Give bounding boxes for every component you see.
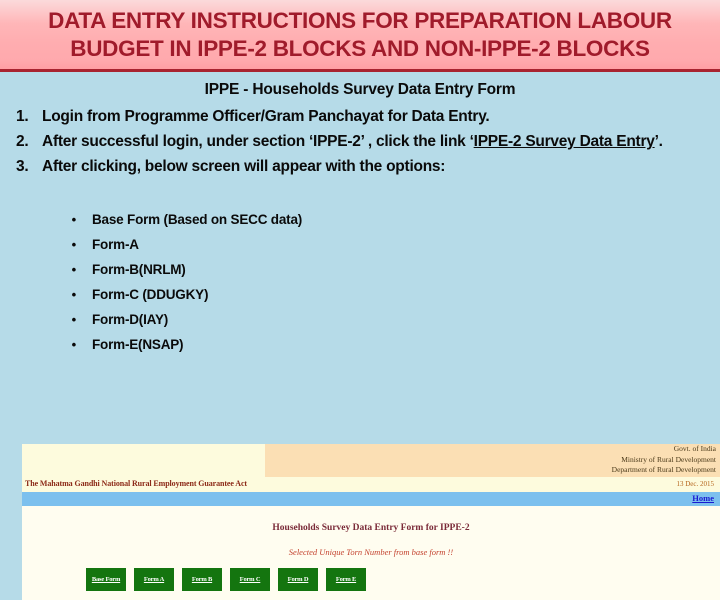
list-item: • Form-C (DDUGKY) [0,282,720,307]
list-item-label: Form-D(IAY) [92,312,169,327]
bullet-marker-icon: • [71,337,77,352]
bullet-marker-icon: • [71,287,77,302]
list-item: • Form-B(NRLM) [0,257,720,282]
base-form-button[interactable]: Base Form [86,568,126,591]
list-item-label: Form-E(NSAP) [92,337,184,352]
list-item: • Base Form (Based on SECC data) [0,207,720,232]
govt-line-1: Govt. of India [673,444,716,453]
slide-title-line-1: DATA ENTRY INSTRUCTIONS FOR PREPARATION … [48,7,672,33]
slide-title-line-2: BUDGET IN IPPE-2 BLOCKS AND NON-IPPE-2 B… [70,35,650,61]
home-link[interactable]: Home [692,493,714,503]
step-text-segment: After successful login, under section ‘I… [42,133,474,150]
step-text-segment: After clicking, below screen will appear… [42,158,446,175]
step-number: 3. [16,158,29,175]
form-buttons-group: Base Form Form A Form B Form C Form D Fo… [86,568,366,591]
screenshot-header-band: Govt. of India Ministry of Rural Develop… [22,444,720,477]
form-a-button[interactable]: Form A [134,568,174,591]
act-title: The Mahatma Gandhi National Rural Employ… [25,479,247,488]
screenshot-page-note: Selected Unique Torn Number from base fo… [288,547,454,557]
embedded-screenshot: Govt. of India Ministry of Rural Develop… [22,444,720,600]
form-options-bullet-list: • Base Form (Based on SECC data) • Form-… [0,207,720,357]
screenshot-nav-bar: Home [22,492,720,506]
list-item: • Form-D(IAY) [0,307,720,332]
form-e-button[interactable]: Form E [326,568,366,591]
instruction-step: 3. After clicking, below screen will app… [0,155,720,179]
screenshot-act-band: The Mahatma Gandhi National Rural Employ… [22,477,720,492]
govt-line-3: Department of Rural Development [611,465,716,475]
slide-title-banner: DATA ENTRY INSTRUCTIONS FOR PREPARATION … [0,0,720,72]
list-item-label: Form-B(NRLM) [92,262,186,277]
government-heading: Govt. of India Ministry of Rural Develop… [612,444,716,476]
bullet-marker-icon: • [71,212,77,227]
bullet-marker-icon: • [71,237,77,252]
list-item-label: Form-C (DDUGKY) [92,287,209,302]
nrega-logo [22,444,265,477]
step-number: 2. [16,133,29,150]
step-text: After successful login, under section ‘I… [42,130,720,154]
form-d-button[interactable]: Form D [278,568,318,591]
step-text: Login from Programme Officer/Gram Pancha… [42,105,720,129]
list-item-label: Base Form (Based on SECC data) [92,212,303,227]
form-b-button[interactable]: Form B [182,568,222,591]
step-link-text[interactable]: IPPE-2 Survey Data Entry [474,133,655,150]
step-text-segment: ’. [654,133,663,150]
current-date: 13 Dec. 2015 [676,480,714,488]
instruction-steps-list: 1. Login from Programme Officer/Gram Pan… [0,105,720,180]
step-text-segment: Login from Programme Officer/Gram Pancha… [42,108,490,125]
step-text: After clicking, below screen will appear… [42,155,720,179]
screenshot-page-title: Households Survey Data Entry Form for IP… [272,523,470,533]
screenshot-main-content: Households Survey Data Entry Form for IP… [22,506,720,600]
list-item: • Form-E(NSAP) [0,332,720,357]
list-item: • Form-A [0,232,720,257]
instruction-step: 2. After successful login, under section… [0,130,720,154]
bullet-marker-icon: • [71,312,77,327]
slide-body: IPPE - Households Survey Data Entry Form… [0,72,720,600]
govt-line-2: Ministry of Rural Development [621,454,716,464]
form-c-button[interactable]: Form C [230,568,270,591]
step-number: 1. [16,108,29,125]
body-subheading: IPPE - Households Survey Data Entry Form [204,81,516,98]
instruction-step: 1. Login from Programme Officer/Gram Pan… [0,105,720,129]
bullet-marker-icon: • [71,262,77,277]
list-item-label: Form-A [92,237,139,252]
